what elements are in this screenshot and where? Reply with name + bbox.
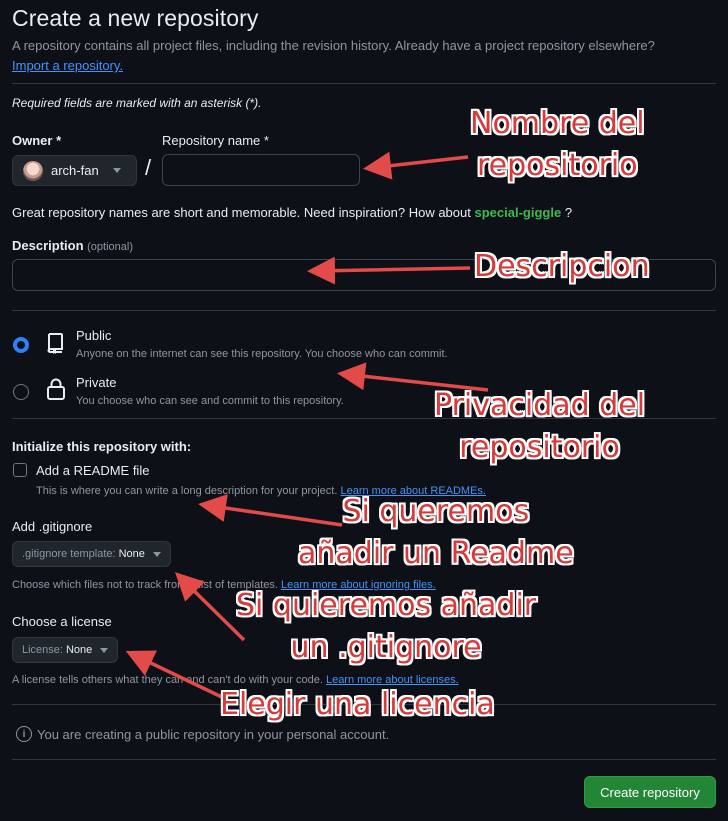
- arrow-description: [307, 256, 471, 285]
- arrow-gitignore: [175, 572, 246, 642]
- annotation-line: Si queremos: [342, 494, 530, 529]
- annotation-license: Elegir una licencia: [220, 687, 495, 722]
- annotation-line: Privacidad del: [434, 388, 646, 423]
- annotation-gitignore: Si quieremos añadir un .gitignore: [236, 585, 536, 669]
- arrow-repo-name: [363, 151, 469, 180]
- annotation-privacy: Privacidad del repositorio: [434, 385, 645, 469]
- annotation-repo-name: Nombre del repositorio: [470, 103, 645, 187]
- annotation-line: un .gitignore: [290, 630, 482, 665]
- arrow-license: [125, 650, 229, 702]
- annotation-line: repositorio: [476, 148, 638, 183]
- annotation-line: añadir un Readme: [298, 536, 574, 571]
- annotation-line: Si quieremos añadir: [236, 588, 537, 623]
- annotation-readme: Si queremos añadir un Readme: [298, 491, 574, 575]
- annotation-line: repositorio: [459, 430, 620, 465]
- annotation-description: Descripcion: [474, 249, 650, 284]
- annotation-line: Nombre del: [470, 106, 645, 141]
